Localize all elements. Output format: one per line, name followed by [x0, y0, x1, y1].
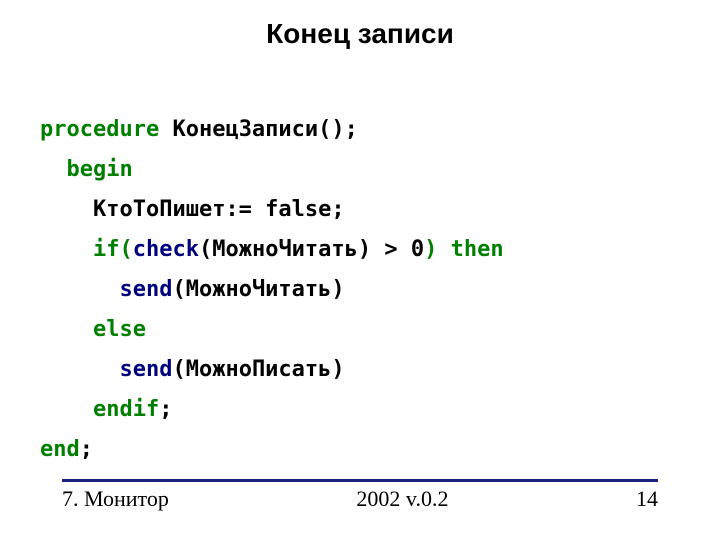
code-line-8: endif; [40, 390, 680, 430]
fn-send-1: send [119, 277, 172, 302]
footer: 7. Монитор 2002 v.0.2 14 [62, 479, 658, 512]
semi-1: ; [159, 397, 172, 422]
footer-row: 7. Монитор 2002 v.0.2 14 [62, 486, 658, 512]
kw-endif: endif [93, 397, 159, 422]
kw-end: end [40, 437, 80, 462]
semi-2: ; [80, 437, 93, 462]
slide-number: 14 [636, 486, 658, 512]
fn-check: check [133, 237, 199, 262]
code-line-7: send(МожноПисать) [40, 350, 680, 390]
code-line-3: КтоТоПишет:= false; [40, 190, 680, 230]
kw-then: then [437, 237, 503, 262]
code-line-6: else [40, 310, 680, 350]
stmt-assign: КтоТоПишет:= false; [93, 197, 345, 222]
code-line-2: begin [40, 150, 680, 190]
fn-send-2: send [119, 357, 172, 382]
kw-else: else [93, 317, 146, 342]
code-line-4: if(check(МожноЧитать) > 0) then [40, 230, 680, 270]
code-line-5: send(МожноЧитать) [40, 270, 680, 310]
footer-divider [62, 479, 658, 482]
kw-if: if [93, 237, 120, 262]
footer-mid: 2002 v.0.2 [356, 486, 448, 512]
sym-lparen: ( [119, 237, 132, 262]
footer-left: 7. Монитор [62, 486, 169, 512]
arg-2: (МожноПисать) [172, 357, 344, 382]
proc-name: КонецЗаписи(); [159, 117, 358, 142]
code-line-1: procedure КонецЗаписи(); [40, 110, 680, 150]
code-line-9: end; [40, 430, 680, 470]
kw-procedure: procedure [40, 117, 159, 142]
sym-rparen: ) [424, 237, 437, 262]
kw-begin: begin [67, 157, 133, 182]
arg-1: (МожноЧитать) [172, 277, 344, 302]
slide: Конец записи procedure КонецЗаписи(); be… [0, 0, 720, 540]
code-block: procedure КонецЗаписи(); begin КтоТоПише… [40, 110, 680, 470]
cond-mid: (МожноЧитать) > 0 [199, 237, 424, 262]
slide-title: Конец записи [0, 18, 720, 50]
